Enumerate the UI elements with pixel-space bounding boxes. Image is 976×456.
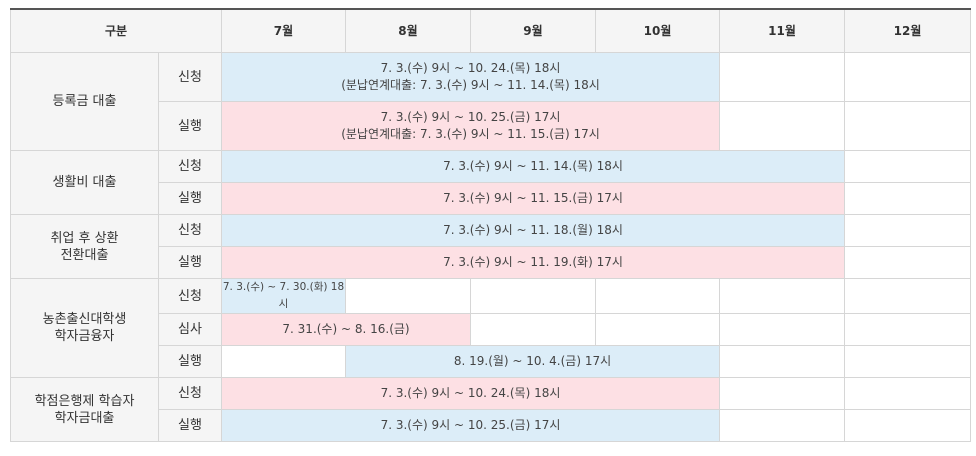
tuition-loan-category: 등록금 대출: [10, 52, 159, 151]
tuition-apply-period-main: 7. 3.(수) 9시 ~ 10. 24.(목) 18시: [380, 61, 561, 75]
empty-cell: [719, 377, 845, 410]
empty-cell: [844, 182, 971, 215]
empty-cell: [844, 377, 971, 410]
tuition-apply-label: 신청: [158, 52, 222, 102]
rural-loan-category: 농촌출신대학생 학자금융자: [10, 278, 159, 378]
credit-bank-apply-period: 7. 3.(수) 9시 ~ 10. 24.(목) 18시: [221, 377, 720, 410]
credit-bank-apply-label: 신청: [158, 377, 222, 410]
empty-cell: [844, 101, 971, 151]
living-loan-category: 생활비 대출: [10, 150, 159, 215]
header-month-aug: 8월: [345, 8, 471, 53]
icl-exec-label: 실행: [158, 246, 222, 279]
empty-cell: [844, 278, 971, 314]
icl-name-line1: 취업 후 상환: [50, 230, 119, 246]
empty-cell: [719, 52, 845, 102]
header-category: 구분: [10, 8, 222, 53]
empty-cell: [595, 313, 720, 346]
empty-cell: [719, 313, 845, 346]
credit-bank-name-line1: 학점은행제 학습자: [34, 393, 135, 409]
empty-cell: [719, 345, 845, 378]
rural-name-line1: 농촌출신대학생: [42, 312, 127, 327]
header-month-nov: 11월: [719, 8, 845, 53]
credit-bank-exec-label: 실행: [158, 409, 222, 442]
header-row: 구분 7월 8월 9월 10월 11월 12월: [10, 8, 971, 53]
empty-cell: [719, 409, 845, 442]
rural-review-period: 7. 31.(수) ~ 8. 16.(금): [221, 313, 471, 346]
living-apply-row: 생활비 대출 신청 7. 3.(수) 9시 ~ 11. 14.(목) 18시: [10, 150, 971, 215]
empty-cell: [844, 52, 971, 102]
living-exec-label: 실행: [158, 182, 222, 215]
tuition-apply-period-installment: (분납연계대출: 7. 3.(수) 9시 ~ 11. 14.(목) 18시: [341, 78, 600, 92]
tuition-apply-row: 등록금 대출 신청 7. 3.(수) 9시 ~ 10. 24.(목) 18시 (…: [10, 52, 971, 151]
empty-cell: [470, 313, 596, 346]
tuition-exec-period-main: 7. 3.(수) 9시 ~ 10. 25.(금) 17시: [380, 110, 561, 124]
empty-cell: [719, 278, 845, 314]
icl-apply-row: 취업 후 상환 전환대출 신청 7. 3.(수) 9시 ~ 11. 18.(월)…: [10, 214, 971, 279]
empty-cell: [844, 246, 971, 279]
header-month-sep: 9월: [470, 8, 596, 53]
empty-cell: [719, 101, 845, 151]
empty-cell: [844, 345, 971, 378]
tuition-apply-period: 7. 3.(수) 9시 ~ 10. 24.(목) 18시 (분납연계대출: 7.…: [221, 52, 720, 102]
rural-exec-period: 8. 19.(월) ~ 10. 4.(금) 17시: [345, 345, 720, 378]
rural-review-label: 심사: [158, 313, 222, 346]
credit-bank-loan-category: 학점은행제 학습자 학자금대출: [10, 377, 159, 442]
rural-exec-label: 실행: [158, 345, 222, 378]
empty-cell: [844, 150, 971, 183]
icl-name-line2: 전환대출: [60, 247, 109, 263]
loan-schedule-table: 구분 7월 8월 9월 10월 11월 12월 등록금 대출 신청 7. 3.(…: [10, 8, 971, 442]
living-apply-period: 7. 3.(수) 9시 ~ 11. 14.(목) 18시: [221, 150, 845, 183]
header-month-oct: 10월: [595, 8, 720, 53]
empty-cell: [345, 278, 471, 314]
rural-apply-period: 7. 3.(수) ~ 7. 30.(화) 18시: [221, 278, 346, 314]
credit-bank-exec-period: 7. 3.(수) 9시 ~ 10. 25.(금) 17시: [221, 409, 720, 442]
living-exec-period: 7. 3.(수) 9시 ~ 11. 15.(금) 17시: [221, 182, 845, 215]
icl-loan-category: 취업 후 상환 전환대출: [10, 214, 159, 279]
credit-bank-apply-row: 학점은행제 학습자 학자금대출 신청 7. 3.(수) 9시 ~ 10. 24.…: [10, 377, 971, 442]
rural-apply-label: 신청: [158, 278, 222, 314]
icl-apply-period: 7. 3.(수) 9시 ~ 11. 18.(월) 18시: [221, 214, 845, 247]
tuition-exec-period-installment: (분납연계대출: 7. 3.(수) 9시 ~ 11. 15.(금) 17시: [341, 127, 600, 141]
icl-apply-label: 신청: [158, 214, 222, 247]
tuition-exec-period: 7. 3.(수) 9시 ~ 10. 25.(금) 17시 (분납연계대출: 7.…: [221, 101, 720, 151]
icl-exec-period: 7. 3.(수) 9시 ~ 11. 19.(화) 17시: [221, 246, 845, 279]
header-month-dec: 12월: [844, 8, 971, 53]
empty-cell: [221, 345, 346, 378]
header-month-jul: 7월: [221, 8, 346, 53]
living-apply-label: 신청: [158, 150, 222, 183]
credit-bank-name-line2: 학자금대출: [54, 410, 115, 426]
empty-cell: [595, 278, 720, 314]
rural-name-line2: 학자금융자: [54, 329, 115, 344]
empty-cell: [844, 214, 971, 247]
rural-apply-row: 농촌출신대학생 학자금융자 신청 7. 3.(수) ~ 7. 30.(화) 18…: [10, 278, 971, 378]
tuition-exec-label: 실행: [158, 101, 222, 151]
empty-cell: [844, 313, 971, 346]
empty-cell: [844, 409, 971, 442]
empty-cell: [470, 278, 596, 314]
